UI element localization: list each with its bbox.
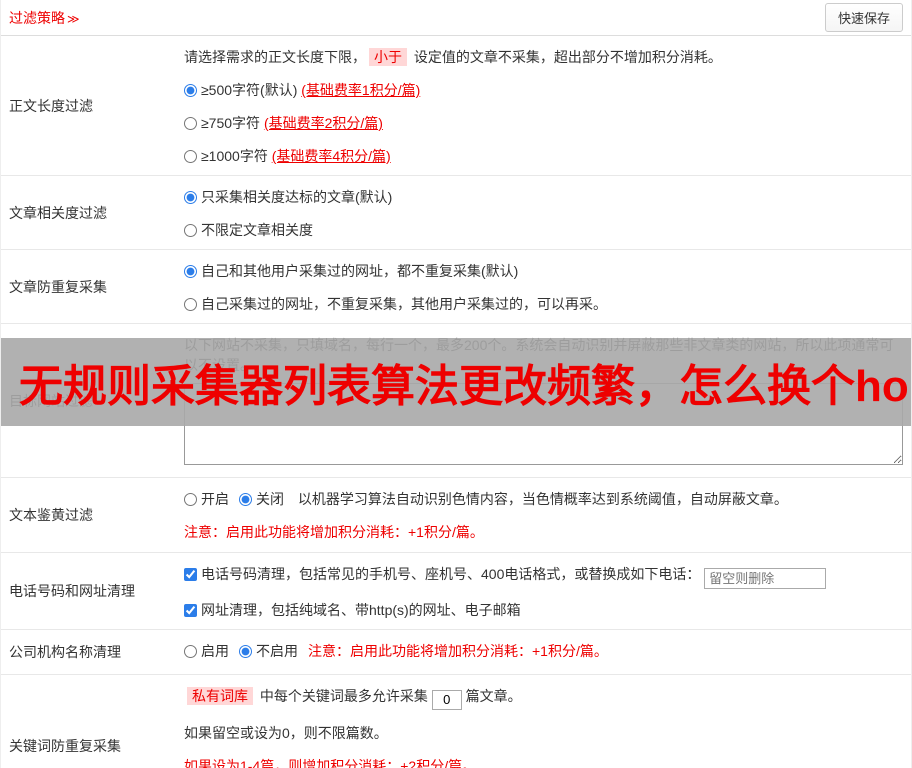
- radio-dedup-self[interactable]: [184, 298, 197, 311]
- row-relevance-filter: 文章相关度过滤 只采集相关度达标的文章(默认) 不限定文章相关度: [1, 176, 911, 250]
- row-content: 私有词库 中每个关键词最多允许采集 篇文章。 如果留空或设为0，则不限篇数。 如…: [176, 675, 911, 768]
- porn-filter-options: 开启 关闭 以机器学习算法自动识别色情内容，当色情概率达到系统阈值，自动屏蔽文章。: [184, 489, 903, 509]
- row-dedup-filter: 文章防重复采集 自己和其他用户采集过的网址，都不重复采集(默认) 自己采集过的网…: [1, 250, 911, 324]
- radio-label: 自己采集过的网址，不重复采集，其他用户采集过的，可以再采。: [201, 296, 607, 312]
- radio-length-750[interactable]: [184, 117, 197, 130]
- radio-label: 启用: [201, 643, 229, 659]
- radio-label: ≥750字符: [201, 115, 264, 131]
- fee-note: (基础费率1积分/篇): [301, 82, 421, 98]
- row-porn-filter: 文本鉴黄过滤 开启 关闭 以机器学习算法自动识别色情内容，当色情概率达到系统阈值，…: [1, 478, 911, 553]
- filter-strategy-page: 过滤策略 ≫ 快速保存 正文长度过滤 请选择需求的正文长度下限， 小于 设定值的文章…: [0, 0, 912, 768]
- row-content: 启用 不启用 注意：启用此功能将增加积分消耗：+1积分/篇。: [176, 630, 911, 674]
- row-content: 只采集相关度达标的文章(默认) 不限定文章相关度: [176, 176, 911, 249]
- radio-relevance-any[interactable]: [184, 224, 197, 237]
- url-clean-line: 网址清理，包括纯域名、带http(s)的网址、电子邮箱: [184, 600, 903, 620]
- row-company-clean: 公司机构名称清理 启用 不启用 注意：启用此功能将增加积分消耗：+1积分/篇。: [1, 630, 911, 675]
- radio-option-relevance-any[interactable]: 不限定文章相关度: [184, 220, 903, 240]
- company-clean-line: 启用 不启用 注意：启用此功能将增加积分消耗：+1积分/篇。: [184, 641, 903, 661]
- radio-label: 只采集相关度达标的文章(默认): [201, 189, 393, 205]
- page-title: 过滤策略 ≫: [9, 8, 80, 28]
- radio-label: ≥1000字符: [201, 148, 272, 164]
- line-text: 篇文章。: [461, 688, 522, 704]
- radio-option-dedup-self[interactable]: 自己采集过的网址，不重复采集，其他用户采集过的，可以再采。: [184, 294, 903, 314]
- radio-relevance-strict[interactable]: [184, 191, 197, 204]
- quick-save-button[interactable]: 快速保存: [824, 3, 903, 32]
- checkbox-label: 电话号码清理，包括常见的手机号、座机号、400电话格式，或替换成如下电话：: [201, 566, 701, 582]
- page-title-text: 过滤策略: [9, 9, 65, 26]
- row-content: 自己和其他用户采集过的网址，都不重复采集(默认) 自己采集过的网址，不重复采集，…: [176, 250, 911, 323]
- row-content: 开启 关闭 以机器学习算法自动识别色情内容，当色情概率达到系统阈值，自动屏蔽文章。…: [176, 478, 911, 552]
- checkbox-url-clean[interactable]: [184, 604, 197, 617]
- radio-option-porn-off[interactable]: 关闭: [239, 491, 284, 507]
- radio-option-length-750[interactable]: ≥750字符 (基础费率2积分/篇): [184, 113, 903, 133]
- row-label: 文章防重复采集: [9, 278, 107, 295]
- row-keyword-dedup: 关键词防重复采集 私有词库 中每个关键词最多允许采集 篇文章。 如果留空或设为0…: [1, 675, 911, 768]
- row-content: 电话号码清理，包括常见的手机号、座机号、400电话格式，或替换成如下电话： 网址…: [176, 553, 911, 629]
- radio-option-relevance-strict[interactable]: 只采集相关度达标的文章(默认): [184, 187, 903, 207]
- row-label: 正文长度过滤: [9, 97, 93, 114]
- line-text: 中每个关键词最多允许采集: [256, 688, 432, 704]
- keyword-dedup-line1: 私有词库 中每个关键词最多允许采集 篇文章。: [184, 686, 903, 710]
- keyword-dedup-line2: 如果留空或设为0，则不限篇数。: [184, 724, 388, 741]
- radio-label: 关闭: [256, 491, 284, 507]
- row-label: 电话号码和网址清理: [9, 583, 135, 599]
- radio-company-off[interactable]: [239, 645, 252, 658]
- replacement-phone-input[interactable]: [704, 568, 827, 589]
- radio-length-1000[interactable]: [184, 150, 197, 163]
- fee-note: (基础费率4积分/篇): [271, 148, 391, 164]
- chevron-double-icon: ≫: [67, 11, 80, 26]
- checkbox-option-url[interactable]: 网址清理，包括纯域名、带http(s)的网址、电子邮箱: [184, 602, 521, 618]
- radio-label: 不启用: [256, 643, 298, 659]
- row-phone-clean: 电话号码和网址清理 电话号码清理，包括常见的手机号、座机号、400电话格式，或替…: [1, 553, 911, 630]
- row-label: 公司机构名称清理: [9, 644, 121, 660]
- length-filter-intro: 请选择需求的正文长度下限， 小于 设定值的文章不采集，超出部分不增加积分消耗。: [184, 47, 903, 67]
- radio-option-length-500[interactable]: ≥500字符(默认) (基础费率1积分/篇): [184, 80, 903, 100]
- intro-text: 设定值的文章不采集，超出部分不增加积分消耗。: [410, 49, 722, 65]
- checkbox-option-phone[interactable]: 电话号码清理，包括常见的手机号、座机号、400电话格式，或替换成如下电话：: [184, 566, 700, 582]
- watermark-overlay-banner: 无规则采集器列表算法更改频繁，怎么换个ho: [1, 338, 911, 426]
- row-content: 请选择需求的正文长度下限， 小于 设定值的文章不采集，超出部分不增加积分消耗。 ≥…: [176, 36, 911, 175]
- radio-option-company-on[interactable]: 启用: [184, 643, 229, 659]
- max-collect-count-input[interactable]: [431, 689, 462, 710]
- radio-option-porn-on[interactable]: 开启: [184, 491, 229, 507]
- porn-filter-note: 注意：启用此功能将增加积分消耗：+1积分/篇。: [184, 524, 484, 540]
- highlight-lessthan: 小于: [369, 48, 407, 66]
- phone-clean-line: 电话号码清理，包括常见的手机号、座机号、400电话格式，或替换成如下电话：: [184, 564, 903, 589]
- checkbox-label: 网址清理，包括纯域名、带http(s)的网址、电子邮箱: [201, 602, 521, 618]
- row-label: 文章相关度过滤: [9, 204, 107, 221]
- highlight-private-lexicon: 私有词库: [187, 687, 253, 705]
- radio-porn-on[interactable]: [184, 493, 197, 506]
- row-label: 关键词防重复采集: [9, 738, 121, 755]
- watermark-text: 无规则采集器列表算法更改频繁，怎么换个ho: [19, 362, 909, 411]
- radio-option-length-1000[interactable]: ≥1000字符 (基础费率4积分/篇): [184, 146, 903, 166]
- company-clean-note: 注意：启用此功能将增加积分消耗：+1积分/篇。: [308, 643, 608, 659]
- porn-filter-desc: 以机器学习算法自动识别色情内容，当色情概率达到系统阈值，自动屏蔽文章。: [294, 491, 788, 507]
- fee-note: (基础费率2积分/篇): [263, 115, 383, 131]
- row-length-filter: 正文长度过滤 请选择需求的正文长度下限， 小于 设定值的文章不采集，超出部分不增加…: [1, 36, 911, 176]
- intro-text: 请选择需求的正文长度下限，: [184, 49, 366, 65]
- radio-label: ≥500字符(默认): [201, 82, 302, 98]
- row-label: 文本鉴黄过滤: [9, 507, 93, 523]
- radio-label: 开启: [201, 491, 229, 507]
- radio-label: 不限定文章相关度: [201, 222, 313, 238]
- checkbox-phone-clean[interactable]: [184, 568, 197, 581]
- radio-company-on[interactable]: [184, 645, 197, 658]
- radio-option-company-off[interactable]: 不启用: [239, 643, 298, 659]
- radio-porn-off[interactable]: [239, 493, 252, 506]
- radio-length-500[interactable]: [184, 84, 197, 97]
- top-bar: 过滤策略 ≫ 快速保存: [1, 0, 911, 36]
- radio-option-dedup-all[interactable]: 自己和其他用户采集过的网址，都不重复采集(默认): [184, 261, 903, 281]
- radio-dedup-all[interactable]: [184, 265, 197, 278]
- radio-label: 自己和其他用户采集过的网址，都不重复采集(默认): [201, 263, 519, 279]
- keyword-dedup-line3: 如果设为1-4篇，则增加积分消耗：+2积分/篇。: [184, 757, 477, 768]
